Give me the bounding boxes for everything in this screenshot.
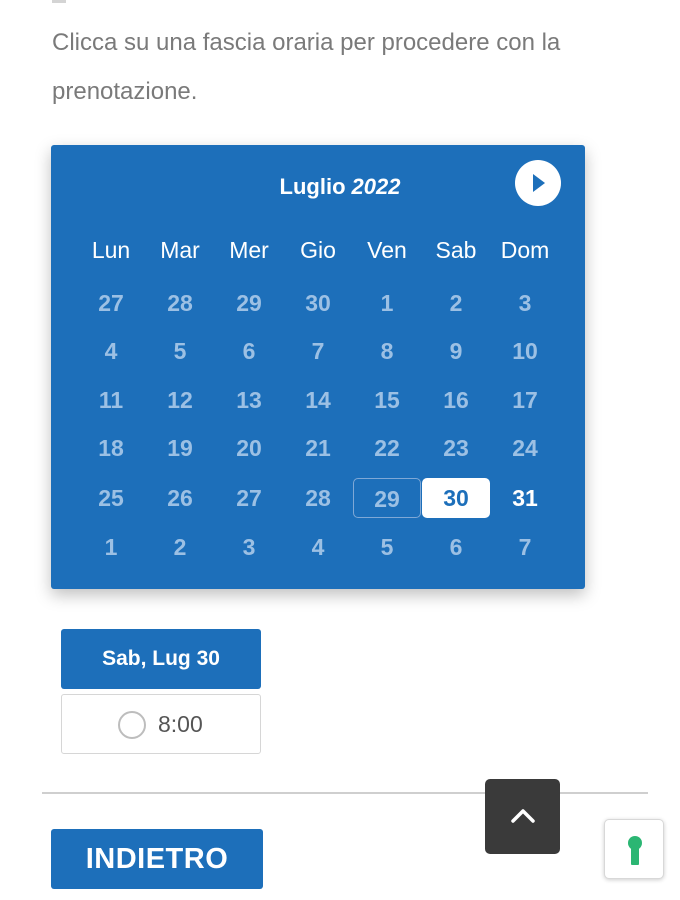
calendar-day: 10 [512,338,538,364]
radio-button[interactable] [118,711,146,739]
weekday-header: Dom [500,237,550,263]
calendar-day-today: 29 [353,478,421,518]
cropped-text-fragment [52,0,66,8]
calendar-day: 28 [305,485,331,511]
calendar-day: 9 [449,338,463,364]
calendar-day: 18 [98,435,124,461]
calendar-day: 8 [380,338,394,364]
calendar-day: 6 [242,338,256,364]
calendar-day: 29 [236,290,262,316]
calendar-day: 20 [236,435,262,461]
calendar-day: 24 [512,435,538,461]
calendar-day: 7 [311,338,325,364]
accessibility-button[interactable] [604,819,664,879]
calendar-day: 27 [98,290,124,316]
selected-date-header: Sab, Lug 30 [61,629,261,689]
calendar-day: 1 [380,290,394,316]
calendar-day: 26 [167,485,193,511]
calendar-day: 3 [518,290,532,316]
weekday-header: Mer [229,237,269,263]
calendar-day: 17 [512,387,538,413]
next-month-button[interactable] [515,160,561,206]
calendar-month-title: Luglio 2022 [0,174,680,200]
instructions-line-1: Clicca su una fascia oraria per proceder… [52,29,561,56]
calendar-day: 11 [98,387,124,413]
calendar-day: 5 [173,338,187,364]
calendar-day: 14 [305,387,331,413]
keyhole-icon [628,836,642,865]
weekday-header: Sab [435,237,477,263]
calendar-day: 2 [449,290,463,316]
calendar-day: 22 [374,435,400,461]
calendar-day: 19 [167,435,193,461]
calendar-day: 27 [236,485,262,511]
calendar-day-available[interactable]: 31 [491,478,559,518]
instructions-line-2: prenotazione. [52,78,198,105]
weekday-header: Ven [367,237,407,263]
weekday-header: Mar [160,237,200,263]
calendar-day: 30 [305,290,331,316]
calendar-month: Luglio [279,174,346,199]
chevron-right-icon [533,174,545,192]
calendar-day-selected[interactable]: 30 [422,478,490,518]
instructions-text: Clicca su una fascia oraria per proceder… [52,18,612,116]
calendar-year: 2022 [351,174,401,199]
calendar-day: 28 [167,290,193,316]
calendar-day: 7 [518,534,532,560]
calendar-day: 3 [242,534,256,560]
calendar-day: 4 [311,534,325,560]
calendar-day: 13 [236,387,262,413]
weekday-header: Lun [91,237,131,263]
time-slot-label: 8:00 [158,711,203,737]
calendar-day: 12 [167,387,193,413]
calendar-day: 16 [443,387,469,413]
back-button[interactable]: INDIETRO [51,829,263,889]
calendar-day: 1 [104,534,118,560]
calendar-day: 5 [380,534,394,560]
time-slot-option[interactable]: 8:00 [61,694,261,754]
chevron-up-icon [511,809,535,823]
calendar-day: 2 [173,534,187,560]
calendar-day: 15 [374,387,400,413]
weekday-header: Gio [300,237,336,263]
calendar-day: 4 [104,338,118,364]
calendar-day: 25 [98,485,124,511]
calendar-day: 21 [305,435,331,461]
calendar-day: 6 [449,534,463,560]
scroll-to-top-button[interactable] [485,779,560,854]
calendar-day: 23 [443,435,469,461]
